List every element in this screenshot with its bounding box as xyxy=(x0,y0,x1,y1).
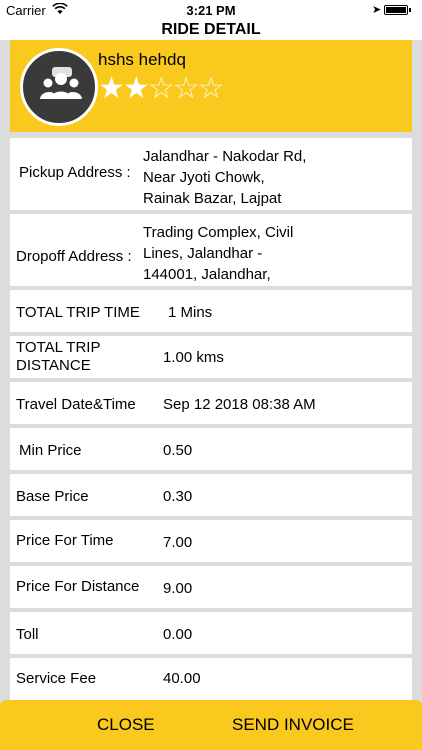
star-icon: ★ xyxy=(98,72,125,105)
avatar xyxy=(20,48,98,126)
trip-distance-value: 1.00 kms xyxy=(163,349,224,366)
star-outline-icon: ☆ xyxy=(197,72,225,105)
driver-name: hshs hehdq xyxy=(98,50,186,69)
action-bar: CLOSE SEND INVOICE xyxy=(0,700,422,750)
page-title: RIDE DETAIL xyxy=(0,20,422,40)
toll-label: Toll xyxy=(16,626,39,643)
close-button[interactable]: CLOSE xyxy=(97,700,155,750)
service-fee-label: Service Fee xyxy=(16,670,97,687)
battery-icon xyxy=(384,5,411,15)
price-for-distance-value: 9.00 xyxy=(163,580,193,597)
min-price-value: 0.50 xyxy=(163,442,193,459)
dropoff-address-row: Dropoff Address : Trading Complex, Civil… xyxy=(10,214,412,286)
service-fee-value: 40.00 xyxy=(163,670,201,687)
pickup-address-row: Pickup Address : Jalandhar - Nakodar Rd,… xyxy=(10,138,412,210)
star-icon: ★ xyxy=(122,72,150,105)
star-outline-icon: ☆ xyxy=(172,72,200,105)
min-price-label: Min Price xyxy=(19,442,82,459)
price-for-distance-label: Price For Distance xyxy=(16,578,140,595)
driver-header: hshs hehdq ★★☆☆☆ xyxy=(10,40,412,132)
pickup-address-line: Jalandhar - Nakodar Rd, xyxy=(143,148,307,165)
service-fee-row: Service Fee 40.00 xyxy=(10,658,412,700)
status-bar: Carrier 3:21 PM ➤ xyxy=(0,0,422,20)
dropoff-address-value: Trading Complex, Civil Lines, Jalandhar … xyxy=(143,222,293,285)
travel-date-row: Travel Date&Time Sep 12 2018 08:38 AM xyxy=(10,382,412,424)
travel-date-label: Travel Date&Time xyxy=(16,396,136,413)
travel-date-value: Sep 12 2018 08:38 AM xyxy=(163,396,316,413)
price-for-time-row: Price For Time 7.00 xyxy=(10,520,412,562)
dropoff-address-line: Trading Complex, Civil xyxy=(143,224,294,241)
trip-time-row: TOTAL TRIP TIME 1 Mins xyxy=(10,290,412,332)
status-time: 3:21 PM xyxy=(186,3,236,18)
rating-stars: ★★☆☆☆ xyxy=(98,72,225,105)
price-for-distance-row: Price For Distance 9.00 xyxy=(10,566,412,608)
trip-distance-label-line: DISTANCE xyxy=(16,357,91,374)
base-price-value: 0.30 xyxy=(163,488,193,505)
trip-distance-label-line: TOTAL TRIP xyxy=(16,339,101,356)
price-for-time-value: 7.00 xyxy=(163,534,193,551)
toll-value: 0.00 xyxy=(163,626,193,643)
base-price-row: Base Price 0.30 xyxy=(10,474,412,516)
base-price-label: Base Price xyxy=(16,488,89,505)
pickup-address-line: Rainak Bazar, Lajpat xyxy=(143,190,282,207)
trip-distance-row: TOTAL TRIP DISTANCE 1.00 kms xyxy=(10,336,412,378)
send-invoice-button[interactable]: SEND INVOICE xyxy=(232,700,354,750)
dropoff-address-line: Lines, Jalandhar - xyxy=(143,245,263,262)
dropoff-address-line: 144001, Jalandhar, xyxy=(143,266,271,283)
pickup-address-line: Near Jyoti Chowk, xyxy=(143,169,265,186)
trip-distance-label: TOTAL TRIP DISTANCE xyxy=(16,339,100,375)
toll-row: Toll 0.00 xyxy=(10,612,412,654)
min-price-row: Min Price 0.50 xyxy=(10,428,412,470)
pickup-address-value: Jalandhar - Nakodar Rd, Near Jyoti Chowk… xyxy=(143,146,306,209)
pickup-address-label: Pickup Address : xyxy=(19,164,131,181)
star-outline-icon: ☆ xyxy=(147,72,175,105)
trip-time-label: TOTAL TRIP TIME xyxy=(16,304,140,321)
group-chat-icon xyxy=(40,67,82,99)
trip-time-value: 1 Mins xyxy=(168,304,213,321)
location-arrow-icon: ➤ xyxy=(372,4,382,16)
price-for-time-label: Price For Time xyxy=(16,532,114,549)
dropoff-address-label: Dropoff Address : xyxy=(16,248,132,265)
